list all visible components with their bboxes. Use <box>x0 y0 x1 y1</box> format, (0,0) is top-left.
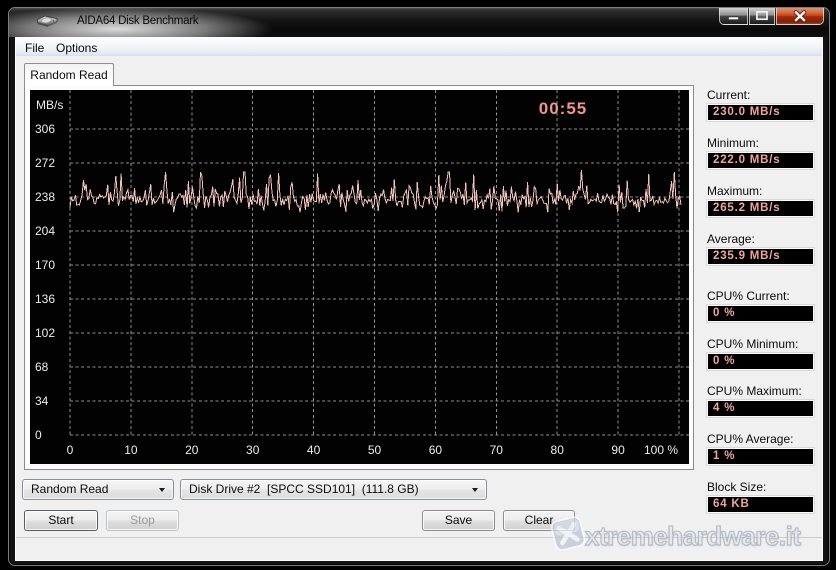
svg-text:80: 80 <box>551 443 565 457</box>
svg-text:70: 70 <box>490 443 504 457</box>
svg-text:90: 90 <box>611 443 625 457</box>
svg-text:0: 0 <box>67 443 74 457</box>
svg-text:34: 34 <box>35 394 49 408</box>
svg-text:60: 60 <box>429 443 443 457</box>
svg-text:204: 204 <box>35 224 55 238</box>
svg-text:68: 68 <box>35 360 49 374</box>
svg-text:50: 50 <box>368 443 382 457</box>
svg-text:136: 136 <box>35 292 55 306</box>
svg-text:30: 30 <box>246 443 260 457</box>
svg-text:MB/s: MB/s <box>36 98 63 112</box>
svg-text:20: 20 <box>185 443 199 457</box>
svg-text:100 %: 100 % <box>644 443 678 457</box>
svg-text:10: 10 <box>124 443 138 457</box>
svg-text:00:55: 00:55 <box>539 99 587 118</box>
svg-text:306: 306 <box>35 122 55 136</box>
svg-text:170: 170 <box>35 258 55 272</box>
svg-text:0: 0 <box>35 428 42 442</box>
svg-text:272: 272 <box>35 156 55 170</box>
svg-text:238: 238 <box>35 190 55 204</box>
svg-text:40: 40 <box>307 443 321 457</box>
svg-text:102: 102 <box>35 326 55 340</box>
